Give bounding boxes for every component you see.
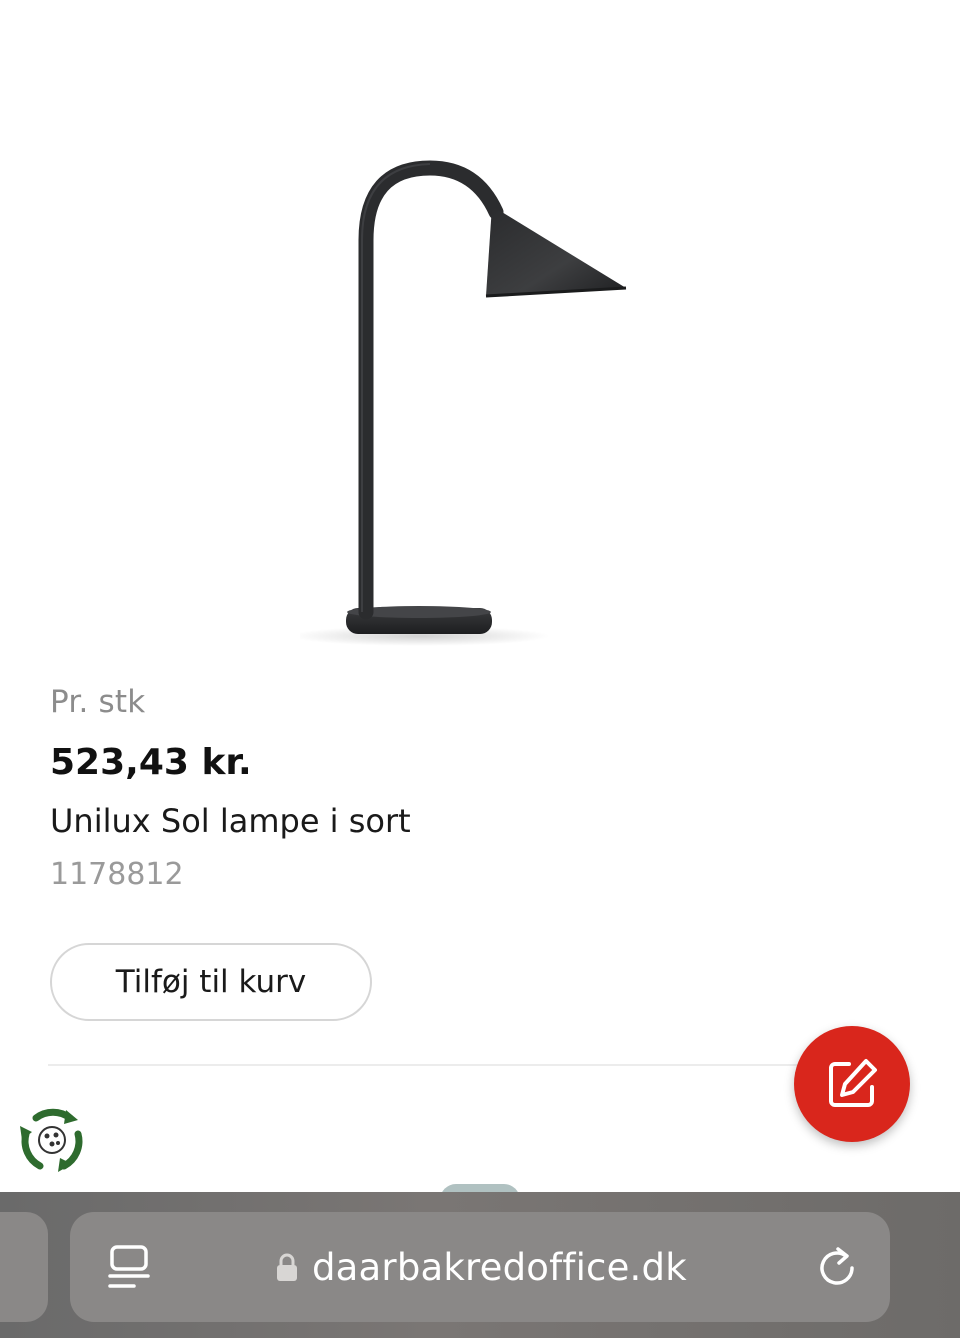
- address-bar[interactable]: daarbakredoffice.dk: [70, 1212, 890, 1322]
- add-to-cart-button[interactable]: Tilføj til kurv: [50, 943, 372, 1021]
- product-page: Pr. stk 523,43 kr. Unilux Sol lampe i so…: [0, 0, 960, 1338]
- reload-icon[interactable]: [816, 1246, 858, 1288]
- product-name[interactable]: Unilux Sol lampe i sort: [50, 802, 411, 840]
- unit-label: Pr. stk: [50, 684, 146, 720]
- lock-icon: [277, 1253, 297, 1281]
- edit-fab-button[interactable]: [794, 1026, 910, 1142]
- divider: [48, 1064, 828, 1066]
- previous-tab[interactable]: [0, 1212, 48, 1322]
- url-display[interactable]: daarbakredoffice.dk: [276, 1242, 687, 1292]
- recycle-eco-icon: [20, 1108, 83, 1172]
- product-image[interactable]: [300, 150, 660, 650]
- reader-mode-icon[interactable]: [108, 1244, 152, 1290]
- product-number: 1178812: [50, 857, 184, 892]
- add-to-cart-label: Tilføj til kurv: [115, 964, 307, 1000]
- edit-icon: [829, 1059, 877, 1107]
- product-price: 523,43 kr.: [50, 742, 252, 783]
- url-text: daarbakredoffice.dk: [312, 1245, 687, 1289]
